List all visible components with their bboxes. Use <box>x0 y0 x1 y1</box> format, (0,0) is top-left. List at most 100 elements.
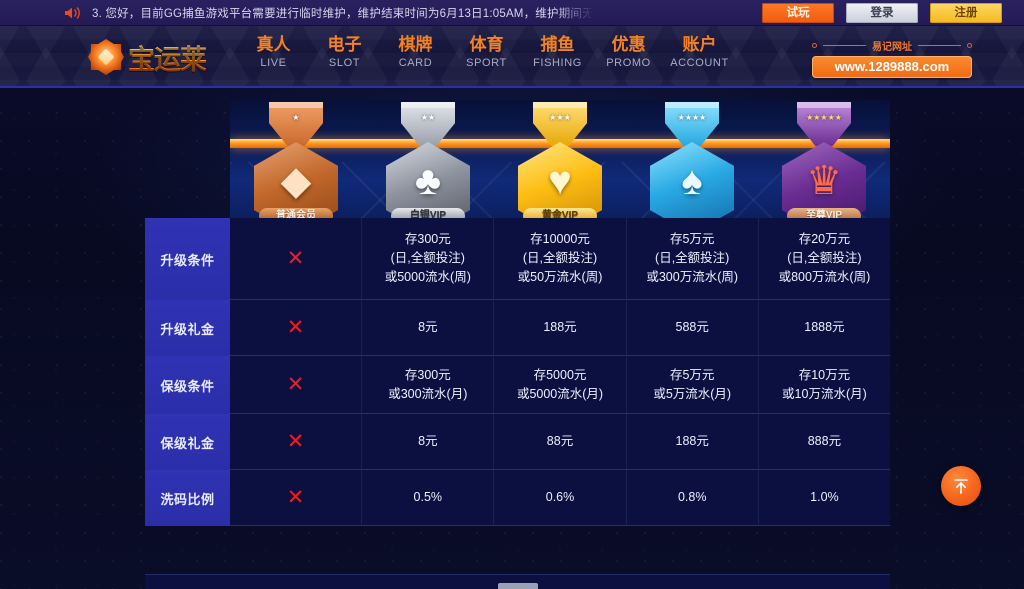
cell-line: 存10万元 <box>798 367 851 382</box>
caption-rule-left <box>823 44 866 46</box>
table-cell: 存20万元 (日,全额投注) 或800万流水(周) <box>757 218 891 300</box>
table-cell: 888元 <box>757 414 891 470</box>
badge-glyph-icon: ◆ <box>280 159 312 203</box>
badge-stars: ★★★★★ <box>806 113 842 122</box>
arrow-up-icon <box>951 476 971 496</box>
cell-line: 存5万元 <box>669 232 715 246</box>
nav-item-promo[interactable]: 优惠 PROMO <box>593 34 664 70</box>
cell-line: 0.6% <box>545 490 575 504</box>
nav-item-fishing[interactable]: 捕鱼 FISHING <box>522 34 593 70</box>
cell-line: 存300元 <box>404 367 451 382</box>
easy-url-box: 易记网址 www.1289888.com <box>812 38 972 78</box>
badge-ribbon: ★★★ <box>533 102 587 146</box>
cell-line: 或5000流水(月) <box>516 386 604 401</box>
cell-line: 存20万元 <box>798 232 851 246</box>
scroll-to-top-button[interactable] <box>941 466 981 506</box>
row-header-upgrade-condition: 升级条件 <box>145 218 230 300</box>
table-cell: 存10000元 (日,全额投注) 或50万流水(周) <box>493 218 626 300</box>
table-row: 保级礼金 ✕ 8元 88元 188元 888元 <box>145 414 891 470</box>
table-cell: ✕ <box>230 356 362 414</box>
caption-dot-left-icon <box>812 42 817 48</box>
nav-label-en: ACCOUNT <box>670 57 729 69</box>
table-row: 升级礼金 ✕ 8元 188元 588元 1888元 <box>145 300 891 356</box>
cell-line: 或800万流水(周) <box>778 270 871 284</box>
cell-line: 0.8% <box>677 490 707 504</box>
badge-glyph-icon: ♥ <box>548 159 572 203</box>
cross-icon: ✕ <box>286 429 305 453</box>
table-cell: 存5000元 或5000流水(月) <box>493 356 626 414</box>
badge-glyph-icon: ♠ <box>681 159 703 203</box>
table-bottom-partial-section <box>145 574 890 589</box>
register-button[interactable]: 注册 <box>930 3 1002 23</box>
nav-item-account[interactable]: 账户 ACCOUNT <box>664 34 735 70</box>
table-cell: 存300元 (日,全额投注) 或5000流水(周) <box>361 218 494 300</box>
badge-ribbon: ★★ <box>401 102 455 146</box>
cross-icon: ✕ <box>286 485 305 509</box>
easy-url-value[interactable]: www.1289888.com <box>812 56 972 78</box>
cell-line: 或50万流水(周) <box>517 270 603 284</box>
badge-stars: ★★ <box>420 113 436 122</box>
badge-stars: ★★★★ <box>677 113 707 122</box>
nav-label-cn: 棋牌 <box>398 35 433 54</box>
cell-line: 8元 <box>418 434 438 448</box>
main-navigation: 真人 LIVE 电子 SLOT 棋牌 CARD 体育 SPORT 捕鱼 FISH… <box>238 34 735 70</box>
nav-label-en: PROMO <box>606 57 651 69</box>
cell-line: 8元 <box>418 320 438 334</box>
nav-label-cn: 捕鱼 <box>540 35 575 54</box>
cell-line: 或5000流水(周) <box>384 270 471 284</box>
nav-label-en: FISHING <box>533 57 582 69</box>
logo-emblem-icon <box>88 39 124 75</box>
ribbon-cap <box>665 102 719 108</box>
table-cell: 0.6% <box>493 470 626 526</box>
table-cell: 8元 <box>361 414 494 470</box>
nav-label-cn: 真人 <box>256 35 291 54</box>
row-cells: ✕ 存300元 或300流水(月) 存5000元 或5000流水(月) 存5万元… <box>230 356 891 414</box>
login-button[interactable]: 登录 <box>846 3 918 23</box>
row-cells: ✕ 8元 188元 588元 1888元 <box>230 300 891 356</box>
table-cell: 188元 <box>493 300 626 356</box>
speaker-icon <box>64 5 82 21</box>
cell-line: 或10万流水(月) <box>782 386 867 401</box>
table-row: 升级条件 ✕ 存300元 (日,全额投注) 或5000流水(周) 存10000元… <box>145 218 891 300</box>
table-cell: 1.0% <box>757 470 891 526</box>
cell-line: 1.0% <box>810 490 839 504</box>
ribbon-cap <box>269 102 323 108</box>
table-cell: 存5万元 或5万流水(月) <box>625 356 758 414</box>
site-header: 宝运莱 真人 LIVE 电子 SLOT 棋牌 CARD 体育 SPORT 捕鱼 … <box>0 26 1024 88</box>
table-cell: ✕ <box>230 218 362 300</box>
cell-line: (日,全额投注) <box>390 251 465 265</box>
nav-item-live[interactable]: 真人 LIVE <box>238 34 309 70</box>
nav-item-slot[interactable]: 电子 SLOT <box>309 34 380 70</box>
cell-line: 88元 <box>546 434 574 448</box>
table-cell: ✕ <box>230 414 362 470</box>
table-cell: ✕ <box>230 470 362 526</box>
table-cell: 存5万元 (日,全额投注) 或300万流水(周) <box>625 218 758 300</box>
table-cell: ✕ <box>230 300 362 356</box>
caption-rule-right <box>918 44 961 46</box>
cell-line: 存300元 <box>404 232 451 246</box>
row-cells: ✕ 存300元 (日,全额投注) 或5000流水(周) 存10000元 (日,全… <box>230 218 891 300</box>
nav-label-cn: 电子 <box>327 35 362 54</box>
row-header-retain-bonus: 保级礼金 <box>145 414 230 470</box>
logo-text: 宝运莱 <box>128 38 207 77</box>
nav-label-en: LIVE <box>260 57 287 69</box>
nav-label-en: CARD <box>398 57 433 69</box>
try-play-button[interactable]: 试玩 <box>762 3 834 23</box>
notice-bar: 3. 您好，目前GG捕鱼游戏平台需要进行临时维护，维护结束时间为6月13日1:0… <box>0 0 1024 26</box>
row-cells: ✕ 8元 88元 188元 888元 <box>230 414 891 470</box>
table-row: 保级条件 ✕ 存300元 或300流水(月) 存5000元 或5000流水(月)… <box>145 356 891 414</box>
site-logo[interactable]: 宝运莱 <box>88 34 228 80</box>
badge-stars: ★ <box>292 113 300 122</box>
table-cell: 188元 <box>625 414 758 470</box>
nav-label-cn: 优惠 <box>611 35 646 54</box>
nav-label-cn: 账户 <box>682 35 717 54</box>
row-header-upgrade-bonus: 升级礼金 <box>145 300 230 356</box>
badge-ribbon: ★ <box>269 102 323 146</box>
cross-icon: ✕ <box>286 315 305 339</box>
caption-dot-right-icon <box>967 42 972 48</box>
nav-item-card[interactable]: 棋牌 CARD <box>380 34 451 70</box>
table-cell: 588元 <box>625 300 758 356</box>
table-cell: 0.5% <box>361 470 494 526</box>
nav-item-sport[interactable]: 体育 SPORT <box>451 34 522 70</box>
badge-ribbon: ★★★★★ <box>797 102 851 146</box>
